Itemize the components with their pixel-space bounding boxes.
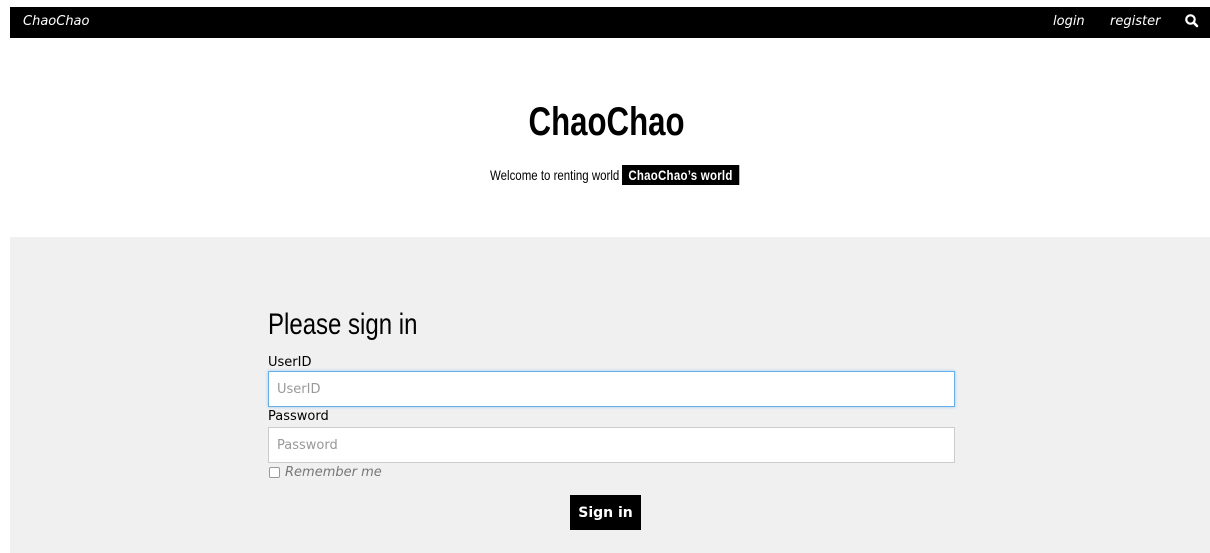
signin-heading: Please sign in [268,308,418,341]
sign-in-button[interactable]: Sign in [570,495,641,530]
register-link[interactable]: register [1110,14,1160,29]
userid-label: UserID [268,355,312,370]
tagline-badge: ChaoChao’s world [621,164,740,185]
tagline: Welcome to renting world ChaoChao’s worl… [490,164,740,185]
page: ChaoChao login register ChaoChao Welcome… [0,0,1210,553]
userid-input[interactable] [268,371,955,407]
site-title: ChaoChao [528,100,685,144]
tagline-text: Welcome to renting world [490,166,620,183]
remember-me-label: Remember me [285,465,382,480]
brand-link[interactable]: ChaoChao [23,14,89,29]
search-icon [1185,14,1199,28]
search-button[interactable] [1182,11,1202,31]
remember-me[interactable]: Remember me [269,465,382,480]
remember-me-checkbox[interactable] [269,467,280,478]
password-label: Password [268,409,329,424]
password-input[interactable] [268,427,955,463]
login-link[interactable]: login [1053,14,1085,29]
top-navbar: ChaoChao login register [10,7,1210,38]
